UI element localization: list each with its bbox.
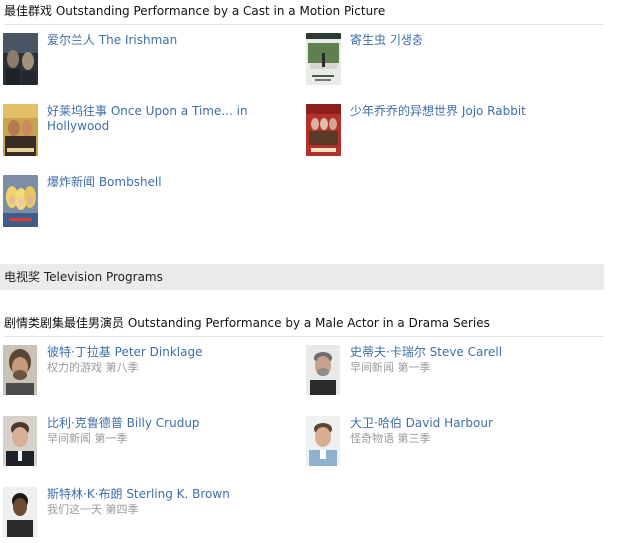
- nominee-name[interactable]: 斯特林·K·布朗 Sterling K. Brown: [47, 487, 267, 502]
- nominee-name[interactable]: 寄生虫 기생충: [350, 33, 570, 48]
- nominee-name[interactable]: 少年乔乔的异想世界 Jojo Rabbit: [350, 104, 570, 119]
- nominee-item[interactable]: 寄生虫 기생충: [306, 33, 596, 89]
- nominee-item[interactable]: 大卫·哈伯 David Harbour 怪奇物语 第三季: [306, 416, 596, 472]
- actor-photo[interactable]: [3, 487, 37, 537]
- nominee-item[interactable]: 爆炸新闻 Bombshell: [3, 175, 293, 231]
- actor-photo[interactable]: [3, 416, 37, 466]
- nominee-item[interactable]: 比利·克鲁德普 Billy Crudup 早间新闻 第一季: [3, 416, 293, 472]
- poster-thumbnail[interactable]: [3, 104, 38, 156]
- nominee-show: 早间新闻 第一季: [47, 432, 128, 445]
- nominee-show: 权力的游戏 第八季: [47, 361, 139, 374]
- nominee-item[interactable]: 爱尔兰人 The Irishman: [3, 33, 293, 89]
- nominee-item[interactable]: 好莱坞往事 Once Upon a Time... in Hollywood: [3, 104, 293, 160]
- television-programs-band: 电视奖 Television Programs: [0, 264, 604, 290]
- nominee-item[interactable]: 少年乔乔的异想世界 Jojo Rabbit: [306, 104, 596, 160]
- nominee-name[interactable]: 彼特·丁拉基 Peter Dinklage: [47, 345, 267, 360]
- nominee-show: 怪奇物语 第三季: [350, 432, 431, 445]
- poster-thumbnail[interactable]: [3, 33, 38, 85]
- nominee-name[interactable]: 爱尔兰人 The Irishman: [47, 33, 267, 48]
- nominee-name[interactable]: 史蒂夫·卡瑞尔 Steve Carell: [350, 345, 570, 360]
- nominee-name[interactable]: 大卫·哈伯 David Harbour: [350, 416, 570, 431]
- nominee-item[interactable]: 斯特林·K·布朗 Sterling K. Brown 我们这一天 第四季: [3, 487, 293, 543]
- actor-photo[interactable]: [3, 345, 37, 395]
- nominee-item[interactable]: 彼特·丁拉基 Peter Dinklage 权力的游戏 第八季: [3, 345, 293, 401]
- nominee-show: 我们这一天 第四季: [47, 503, 139, 516]
- poster-thumbnail[interactable]: [306, 104, 341, 156]
- section-title-male-actor-drama: 剧情类剧集最佳男演员 Outstanding Performance by a …: [4, 315, 604, 337]
- actor-photo[interactable]: [306, 345, 340, 395]
- poster-thumbnail[interactable]: [3, 175, 38, 227]
- nominee-name[interactable]: 好莱坞往事 Once Upon a Time... in Hollywood: [47, 104, 267, 134]
- nominee-show: 早间新闻 第一季: [350, 361, 431, 374]
- nominee-name[interactable]: 爆炸新闻 Bombshell: [47, 175, 267, 190]
- section-title-cast: 最佳群戏 Outstanding Performance by a Cast i…: [4, 3, 604, 25]
- poster-thumbnail[interactable]: [306, 33, 341, 85]
- nominee-item[interactable]: 史蒂夫·卡瑞尔 Steve Carell 早间新闻 第一季: [306, 345, 596, 401]
- nominee-name[interactable]: 比利·克鲁德普 Billy Crudup: [47, 416, 267, 431]
- actor-photo[interactable]: [306, 416, 340, 466]
